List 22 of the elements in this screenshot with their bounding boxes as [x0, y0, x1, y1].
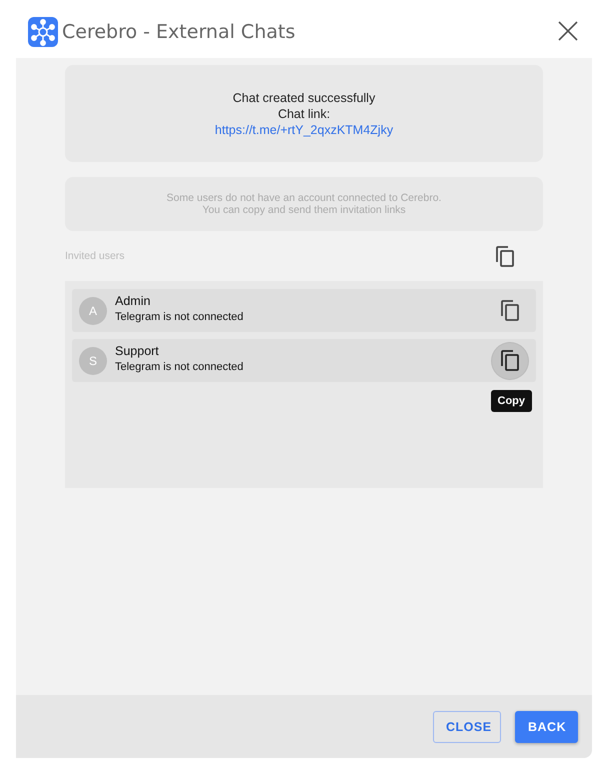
copy-icon — [501, 350, 519, 371]
link-label: Chat link: — [278, 106, 330, 120]
success-message: Chat created successfully — [232, 90, 376, 104]
tooltip: Copy — [490, 390, 532, 412]
back-button[interactable]: BACK — [515, 710, 578, 742]
user-name: Admin — [115, 294, 152, 308]
chat-link[interactable]: https://t.me/+rtY_2qxzKTM4Zjky — [214, 122, 394, 136]
copy-icon — [501, 300, 519, 321]
user-status: Telegram is not connected — [115, 311, 244, 323]
avatar: A — [79, 296, 107, 324]
close-icon[interactable] — [556, 19, 580, 43]
avatar: S — [79, 346, 107, 374]
copy-icon — [496, 246, 514, 266]
copy-button[interactable] — [492, 342, 528, 378]
app-logo-icon — [28, 17, 58, 47]
close-button[interactable]: CLOSE — [433, 710, 501, 742]
user-status: Telegram is not connected — [115, 361, 244, 373]
notice-text: Some users do not have an account connected to Cerebro. — [166, 192, 442, 204]
window-title: Cerebro - External Chats — [62, 21, 296, 43]
user-name: Support — [115, 344, 160, 358]
user-row[interactable]: A Admin Telegram is not connected — [72, 289, 536, 332]
notice-text: You can copy and send them invitation links — [202, 204, 406, 216]
